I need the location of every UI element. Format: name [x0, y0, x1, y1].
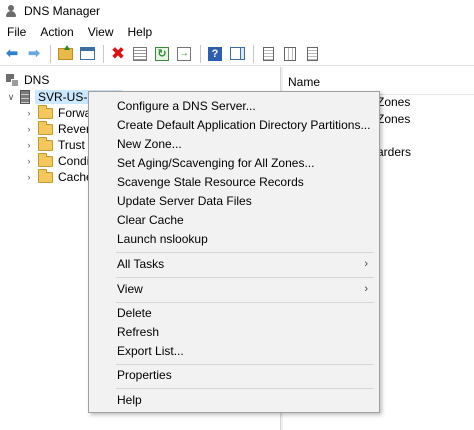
menu-action[interactable]: Action	[33, 22, 80, 42]
menu-item-help[interactable]: Help	[90, 391, 378, 410]
forward-button[interactable]: ➡	[24, 44, 44, 64]
tree-item-forward-lookup-zones[interactable]: › Forwar	[24, 104, 95, 121]
chevron-right-icon[interactable]: ›	[24, 156, 34, 166]
window-title: DNS Manager	[24, 4, 101, 18]
delete-button[interactable]: ✖	[108, 44, 128, 64]
refresh-button[interactable]: ↻	[152, 44, 172, 64]
menu-item-launch-nslookup[interactable]: Launch nslookup	[90, 230, 378, 249]
menu-item-clear-cache[interactable]: Clear Cache	[90, 211, 378, 230]
menu-item-all-tasks[interactable]: All Tasks ›	[90, 255, 378, 274]
menu-item-properties[interactable]: Properties	[90, 366, 378, 385]
chevron-right-icon[interactable]: ›	[24, 108, 34, 118]
help-icon: ?	[208, 46, 222, 61]
server-icon	[20, 90, 30, 104]
menu-bar: File Action View Help	[0, 22, 474, 42]
dns-manager-app-icon	[4, 4, 18, 18]
menu-item-new-zone[interactable]: New Zone...	[90, 135, 378, 154]
menu-item-update-server-data-files[interactable]: Update Server Data Files	[90, 192, 378, 211]
tree-item-label: DNS	[24, 73, 50, 87]
view-detail-icon	[284, 46, 296, 61]
menu-item-configure-dns-server[interactable]: Configure a DNS Server...	[90, 97, 378, 116]
menu-separator	[116, 364, 374, 365]
properties-button[interactable]	[130, 44, 150, 64]
view-columns-button[interactable]	[302, 44, 322, 64]
chevron-right-icon: ›	[364, 258, 368, 270]
menu-separator	[116, 302, 374, 303]
toolbar-separator	[253, 44, 254, 63]
refresh-icon: ↻	[155, 46, 169, 61]
toolbar: ⬅ ➡ ✖ ↻ → ?	[0, 42, 474, 66]
tree-item-reverse-lookup-zones[interactable]: › Revers	[24, 120, 96, 137]
up-one-level-button[interactable]	[55, 44, 75, 64]
action-pane-icon	[229, 47, 245, 60]
menu-item-scavenge-stale-records[interactable]: Scavenge Stale Resource Records	[90, 173, 378, 192]
menu-separator	[116, 252, 374, 253]
up-folder-icon	[57, 44, 73, 60]
menu-item-label: All Tasks	[117, 257, 165, 271]
toolbar-separator	[103, 44, 104, 63]
show-hide-console-tree-button[interactable]	[77, 44, 97, 64]
export-list-icon: →	[177, 46, 191, 61]
forward-arrow-icon: ➡	[27, 45, 41, 62]
action-pane-button[interactable]	[227, 44, 247, 64]
list-item[interactable]: Zones	[377, 95, 410, 109]
context-menu: Configure a DNS Server... Create Default…	[88, 91, 380, 413]
view-columns-icon	[306, 46, 318, 61]
toolbar-separator	[200, 44, 201, 63]
export-list-button[interactable]: →	[174, 44, 194, 64]
view-list-button[interactable]	[258, 44, 278, 64]
back-button[interactable]: ⬅	[2, 44, 22, 64]
help-button[interactable]: ?	[205, 44, 225, 64]
chevron-right-icon: ›	[364, 283, 368, 295]
menu-item-create-default-app-partitions[interactable]: Create Default Application Directory Par…	[90, 116, 378, 135]
view-list-icon	[262, 46, 274, 61]
folder-icon	[38, 104, 53, 119]
folder-icon	[38, 120, 53, 135]
console-tree-icon	[79, 47, 95, 60]
menu-help[interactable]: Help	[121, 22, 160, 42]
menu-view[interactable]: View	[81, 22, 121, 42]
chevron-right-icon[interactable]: ›	[24, 124, 34, 134]
folder-icon	[38, 136, 53, 151]
dns-icon	[6, 73, 19, 87]
chevron-right-icon[interactable]: ›	[24, 140, 34, 150]
list-item[interactable]: Zones	[377, 112, 410, 126]
folder-icon	[38, 152, 53, 167]
menu-separator	[116, 277, 374, 278]
menu-item-label: View	[117, 282, 143, 296]
folder-icon	[38, 168, 53, 183]
tree-item-dns-root[interactable]: DNS	[6, 72, 49, 88]
properties-icon	[133, 46, 147, 61]
back-arrow-icon: ⬅	[5, 45, 19, 62]
tree-item-trust-points[interactable]: › Trust P	[24, 136, 96, 153]
toolbar-separator	[50, 44, 51, 63]
menu-item-export-list[interactable]: Export List...	[90, 342, 378, 361]
list-item[interactable]: arders	[377, 145, 411, 159]
chevron-down-icon[interactable]: ∨	[6, 92, 16, 103]
chevron-right-icon[interactable]: ›	[24, 172, 34, 182]
menu-item-set-aging-scavenging[interactable]: Set Aging/Scavenging for All Zones...	[90, 154, 378, 173]
menu-file[interactable]: File	[0, 22, 33, 42]
title-bar: DNS Manager	[0, 0, 474, 22]
delete-icon: ✖	[110, 44, 126, 63]
menu-item-delete[interactable]: Delete	[90, 304, 378, 323]
menu-item-refresh[interactable]: Refresh	[90, 323, 378, 342]
view-detail-button[interactable]	[280, 44, 300, 64]
tree-item-conditional-forwarders[interactable]: › Condit	[24, 152, 93, 169]
tree-item-cache[interactable]: › Cache	[24, 168, 93, 185]
menu-item-view[interactable]: View ›	[90, 280, 378, 299]
menu-separator	[116, 388, 374, 389]
